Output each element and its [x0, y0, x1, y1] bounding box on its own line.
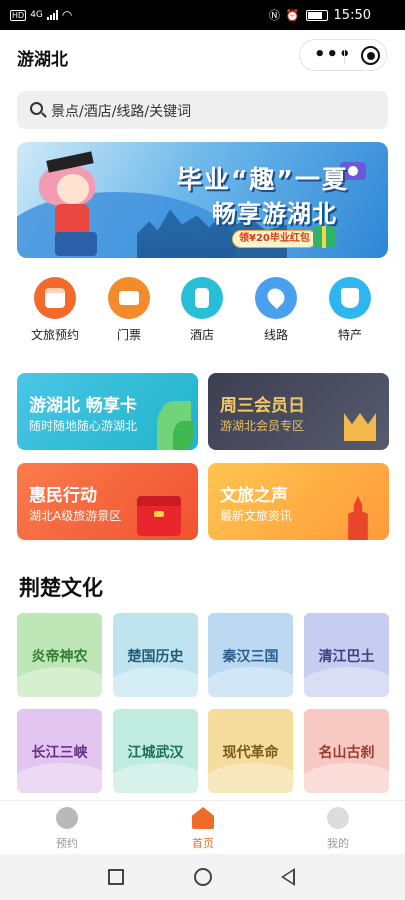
tab-mine[interactable]: 我的 [298, 807, 378, 851]
tab-bar: 预约 首页 我的 [0, 800, 405, 854]
search-icon [30, 102, 43, 115]
user-icon [327, 807, 349, 829]
card-benefit[interactable]: 惠民行动 湖北A级旅游景区 [17, 463, 198, 540]
gift-icon [313, 226, 335, 248]
capsule-divider [344, 48, 345, 64]
tile-qinhan[interactable]: 秦汉三国 [208, 613, 293, 697]
crown-icon [344, 413, 376, 441]
card-title: 周三会员日 [220, 396, 305, 416]
category-booking[interactable]: 文旅预约 [15, 270, 95, 350]
tile-chu-history[interactable]: 楚国历史 [113, 613, 198, 697]
wifi-icon: ◠ [61, 8, 73, 22]
card-title: 文旅之声 [220, 486, 288, 506]
card-title: 惠民行动 [29, 486, 97, 506]
back-icon[interactable] [281, 868, 295, 886]
card-subtitle: 随时随地随心游湖北 [29, 419, 138, 433]
tab-home[interactable]: 首页 [163, 807, 243, 851]
tile-label: 清江巴土 [318, 649, 375, 665]
hd-badge: HD [10, 9, 27, 21]
category-label: 门票 [116, 328, 141, 342]
category-label: 文旅预约 [30, 328, 79, 342]
card-title: 游湖北 畅享卡 [29, 396, 137, 416]
card-pass[interactable]: 游湖北 畅享卡 随时随地随心游湖北 [17, 373, 198, 450]
tile-label: 长江三峡 [31, 745, 88, 761]
tab-label: 首页 [192, 837, 214, 850]
tile-label: 炎帝神农 [31, 649, 88, 665]
system-nav-bar [0, 854, 405, 900]
banner-illustration [35, 151, 121, 258]
category-routes[interactable]: 线路 [236, 270, 316, 350]
tile-label: 江城武汉 [127, 745, 184, 761]
home-button-icon[interactable] [194, 868, 212, 886]
alarm-icon: ⏰ [285, 8, 300, 22]
tile-label: 秦汉三国 [222, 649, 279, 665]
more-menu-icon[interactable]: ••• [314, 44, 352, 65]
category-row: 文旅预约 门票 酒店 线路 特产 [0, 270, 405, 350]
banner-subline: 畅享游湖北 [212, 200, 337, 228]
card-subtitle: 最新文旅资讯 [220, 509, 293, 523]
tile-wuhan[interactable]: 江城武汉 [113, 709, 198, 793]
tile-label: 名山古刹 [318, 745, 375, 761]
miniprogram-capsule: ••• [299, 39, 387, 71]
tile-yandi[interactable]: 炎帝神农 [17, 613, 102, 697]
app-header: 游湖北 ••• [0, 30, 405, 80]
tab-label: 预约 [56, 837, 78, 850]
tile-temples[interactable]: 名山古刹 [304, 709, 389, 793]
tile-three-gorges[interactable]: 长江三峡 [17, 709, 102, 793]
card-subtitle: 湖北A级旅游景区 [29, 509, 122, 523]
coupon-badge: 领¥20毕业红包 [232, 230, 317, 248]
category-label: 酒店 [189, 328, 214, 342]
tab-booking[interactable]: 预约 [27, 807, 107, 851]
category-hotel[interactable]: 酒店 [162, 270, 242, 350]
category-label: 线路 [263, 328, 288, 342]
tile-revolution[interactable]: 现代革命 [208, 709, 293, 793]
close-miniprogram-icon[interactable] [361, 46, 380, 65]
search-bar[interactable]: 景点/酒店/线路/关键词 [17, 91, 388, 129]
category-tickets[interactable]: 门票 [89, 270, 169, 350]
category-specialty[interactable]: 特产 [310, 270, 390, 350]
home-icon [192, 807, 214, 829]
page-title: 游湖北 [17, 50, 68, 70]
tab-label: 我的 [327, 837, 349, 850]
tower-icon [348, 496, 368, 540]
card-voice[interactable]: 文旅之声 最新文旅资讯 [208, 463, 389, 540]
search-placeholder: 景点/酒店/线路/关键词 [51, 104, 192, 120]
signal-icon [46, 10, 58, 20]
status-bar: HD 4G ◠ Ⓝ ⏰ 15:50 [0, 0, 405, 30]
banner-headline: 毕业“趣”一夏 [177, 165, 349, 194]
card-member-day[interactable]: 周三会员日 游湖北会员专区 [208, 373, 389, 450]
tile-label: 现代革命 [222, 745, 279, 761]
battery-icon [305, 9, 328, 21]
clock-icon [56, 807, 78, 829]
promo-banner[interactable]: 毕业“趣”一夏 畅享游湖北 领¥20毕业红包 [17, 142, 388, 258]
network-label: 4G [30, 10, 43, 20]
recent-apps-icon[interactable] [108, 869, 124, 885]
section-title: 荆楚文化 [19, 576, 103, 600]
clock: 15:50 [333, 7, 371, 23]
tile-label: 楚国历史 [127, 649, 184, 665]
category-label: 特产 [337, 328, 362, 342]
card-subtitle: 游湖北会员专区 [220, 419, 305, 433]
tile-qingjiang[interactable]: 清江巴土 [304, 613, 389, 697]
nfc-icon: Ⓝ [268, 9, 280, 22]
